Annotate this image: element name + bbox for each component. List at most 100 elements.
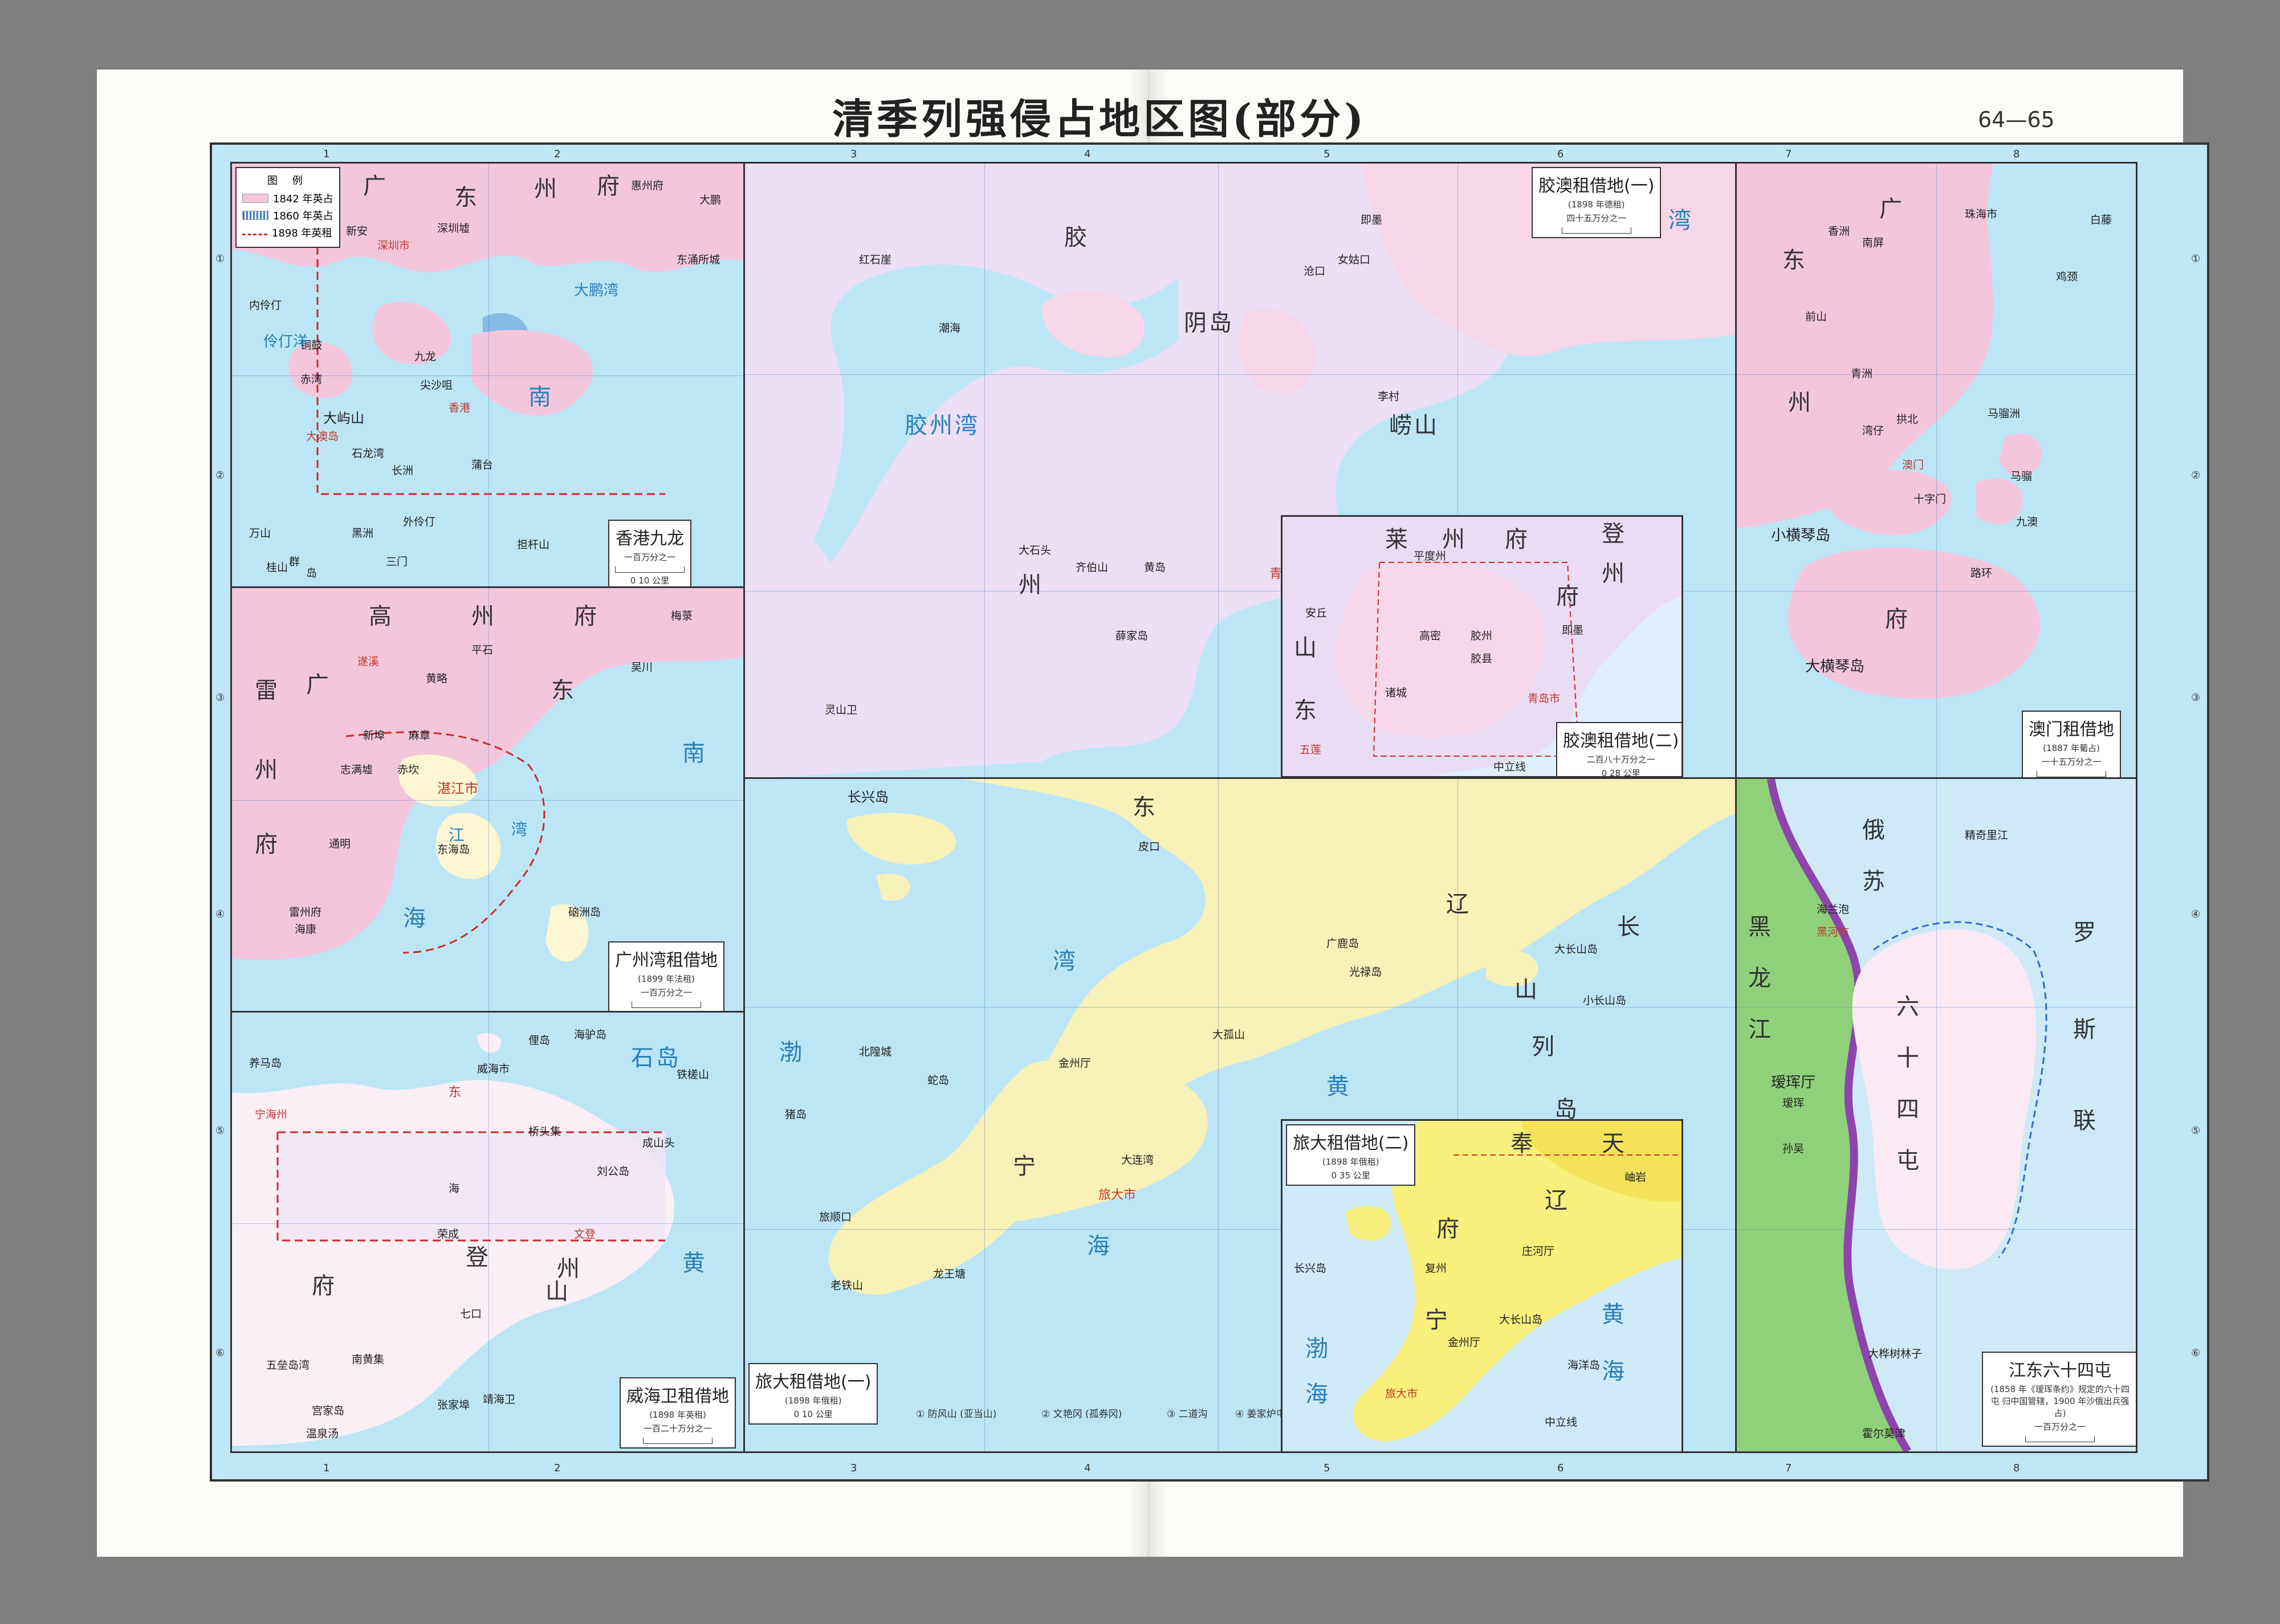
row-number: ⑥: [2191, 1347, 2201, 1359]
place-label: 平度州: [1414, 550, 1447, 562]
place-label: 香港: [449, 402, 471, 414]
place-label: 黄: [682, 1250, 707, 1276]
place-label: 胶: [1064, 225, 1089, 251]
place-label: 马骝: [2010, 470, 2033, 483]
place-label: 东涌所城: [677, 254, 720, 266]
place-label: 威海市: [477, 1063, 510, 1075]
place-label: 列: [1532, 1034, 1557, 1060]
place-label: 宁: [1013, 1153, 1038, 1180]
place-label: 沧口: [1304, 265, 1326, 278]
place-label: 长兴岛: [848, 789, 889, 805]
panel-title: 澳门租借地: [2029, 720, 2114, 740]
scale-bar: [632, 1002, 701, 1008]
place-label: 石岛: [631, 1045, 681, 1071]
place-label: 石龙湾: [352, 447, 385, 460]
place-label: 旅大市: [1098, 1188, 1137, 1202]
place-label: 孙吴: [1782, 1142, 1805, 1155]
place-label: 南: [528, 384, 553, 410]
place-label: 大鹏湾: [574, 282, 619, 299]
place-label: 瑷珲厅: [1771, 1074, 1816, 1091]
place-label: 俄: [1862, 817, 1887, 843]
place-label: 硇洲岛: [568, 906, 601, 919]
place-label: 志满墟: [340, 764, 373, 776]
place-label: 高密: [1419, 630, 1442, 642]
place-label: 府: [255, 831, 280, 858]
place-label: 赤湾: [300, 373, 323, 386]
place-label: 精奇里江: [1965, 829, 2009, 842]
row-number: ②: [215, 470, 225, 482]
place-label: 龙: [1748, 965, 1773, 991]
place-label: 担杆山: [517, 538, 550, 551]
place-label: 旅大市: [1385, 1388, 1418, 1400]
place-label: 伶仃洋: [263, 333, 308, 350]
panel-scale: (1898 年英租): [649, 1410, 706, 1420]
place-label: 靖海卫: [483, 1393, 516, 1406]
place-label: 高: [369, 603, 394, 630]
panel-label-jiaoao-2: 胶澳租借地(二) 二百八十万分之一 0 28 公里: [1556, 722, 1681, 776]
place-label: 赤坎: [397, 764, 420, 776]
place-label: 崂山: [1389, 413, 1439, 439]
place-label: 长洲: [392, 464, 414, 477]
place-label: 东: [1133, 794, 1158, 821]
panel-scale: (1899 年法租): [638, 974, 695, 984]
place-label: 雷: [255, 678, 280, 704]
place-label: 金州厅: [1058, 1057, 1092, 1070]
place-label: 六: [1896, 994, 1921, 1020]
row-number: ③: [2191, 692, 2201, 704]
place-label: 大鹏: [699, 194, 722, 206]
footnote: ③ 二道沟: [1167, 1409, 1208, 1420]
place-label: 南: [682, 740, 707, 766]
scale-bar-label: 0 35 公里: [1331, 1170, 1370, 1181]
place-label: 广: [306, 672, 331, 698]
place-label: 马骝洲: [1988, 407, 2021, 420]
col-number: 2: [554, 1462, 561, 1474]
panel-scale: (1898 年俄租): [784, 1396, 842, 1406]
legend-item: 1842 年英占: [242, 191, 333, 206]
legend-item: 1860 年英占: [242, 208, 333, 223]
place-label: 光禄岛: [1349, 966, 1382, 978]
place-label: 胶州: [1471, 630, 1493, 642]
place-label: 即墨: [1562, 624, 1584, 636]
place-label: 岫岩: [1624, 1171, 1647, 1184]
place-label: 霍尔莫津: [1862, 1427, 1906, 1440]
place-label: 金州厅: [1448, 1336, 1481, 1349]
place-label: 湛江市: [437, 781, 478, 797]
place-label: 平石: [471, 644, 494, 656]
place-label: 深圳市: [377, 239, 410, 252]
col-number: 7: [1785, 148, 1792, 160]
footnote: ④ 姜家炉屯: [1235, 1409, 1286, 1420]
place-label: 珠海市: [1965, 208, 1998, 221]
panel-scale: 一百万分之一: [624, 552, 675, 562]
place-label: 小长山岛: [1583, 994, 1627, 1007]
panel-label-jiaoao-1: 胶澳租借地(一) (1898 年德租) 四十五万分之一: [1532, 167, 1662, 238]
place-label: 梅菉: [671, 610, 693, 622]
place-label: 李村: [1378, 390, 1400, 403]
place-label: 海: [403, 905, 428, 932]
place-label: 岛: [1554, 1096, 1579, 1123]
col-number: 4: [1084, 1462, 1091, 1474]
place-label: 瑷珲: [1782, 1097, 1805, 1109]
place-label: 大澳岛: [306, 430, 339, 443]
place-label: 外伶仃: [403, 516, 436, 528]
place-label: 前山: [1805, 311, 1827, 323]
place-label: 海洋岛: [1567, 1359, 1601, 1372]
map-legend: 图 例 1842 年英占 1860 年英占 1898 年英租: [235, 167, 340, 248]
place-label: 斯: [2073, 1017, 2098, 1043]
footnote: ① 防风山 (亚当山): [916, 1409, 997, 1420]
place-label: 庄河厅: [1522, 1245, 1555, 1258]
place-label: 俚岛: [528, 1034, 551, 1047]
scale-bar-label: 四十五万分之一: [1566, 213, 1627, 223]
place-label: 江: [449, 826, 465, 844]
place-label: 山: [545, 1279, 571, 1305]
place-label: 养马岛: [249, 1057, 282, 1070]
place-label: 东: [1782, 247, 1807, 274]
place-label: 猪岛: [785, 1108, 807, 1121]
legend-label: 1842 年英占: [273, 193, 333, 205]
col-number: 1: [323, 148, 330, 160]
place-label: 女姑口: [1338, 254, 1371, 266]
scale-bar: [1561, 227, 1631, 234]
place-label: 宫家岛: [312, 1405, 345, 1417]
footnote: ② 文艳冈 (孤券冈): [1041, 1409, 1122, 1420]
col-number: 8: [2013, 148, 2020, 160]
place-label: 大长山岛: [1499, 1313, 1543, 1326]
